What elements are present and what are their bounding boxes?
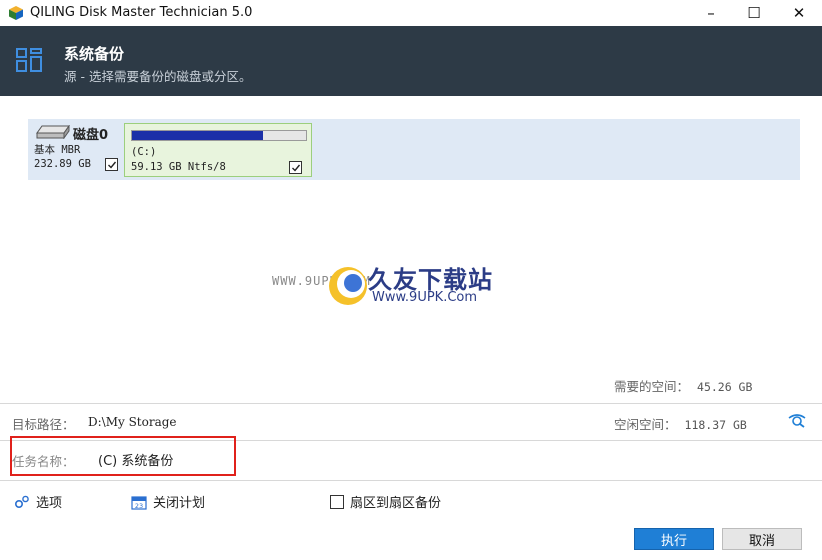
sector-by-sector-checkbox[interactable] bbox=[330, 494, 344, 509]
calendar-icon: 23 bbox=[131, 495, 147, 510]
page-header: 系统备份 源 - 选择需要备份的磁盘或分区。 bbox=[0, 26, 822, 96]
disk-info[interactable]: 磁盘0 基本 MBR 232.89 GB bbox=[28, 119, 124, 180]
app-cube-icon bbox=[9, 6, 23, 20]
target-path-value[interactable]: D:\My Storage bbox=[88, 415, 177, 429]
partition-label: (C:) bbox=[131, 146, 157, 158]
minimize-button[interactable]: – bbox=[688, 0, 734, 26]
required-space: 需要的空间： 45.26 GB bbox=[614, 376, 752, 395]
checkmark-icon bbox=[107, 161, 116, 169]
browse-target-icon[interactable] bbox=[788, 412, 806, 428]
title-bar: QILING Disk Master Technician 5.0 – ☐ ✕ bbox=[0, 0, 822, 26]
hard-disk-icon bbox=[36, 125, 70, 139]
partition-info: 59.13 GB Ntfs/8 bbox=[131, 161, 226, 173]
partition-checkbox[interactable] bbox=[289, 161, 302, 174]
watermark-logo-icon bbox=[329, 267, 367, 305]
task-name-value[interactable]: (C) 系统备份 bbox=[98, 450, 173, 469]
grid-icon bbox=[16, 48, 42, 72]
options-label: 选项 bbox=[36, 496, 63, 511]
execute-button[interactable]: 执行 bbox=[634, 528, 714, 550]
svg-text:23: 23 bbox=[135, 502, 143, 510]
options-link[interactable]: 选项 bbox=[14, 492, 62, 511]
disk-checkbox[interactable] bbox=[105, 158, 118, 171]
schedule-label: 关闭计划 bbox=[153, 496, 206, 511]
checkmark-icon bbox=[291, 164, 300, 172]
sector-by-sector-label: 扇区到扇区备份 bbox=[350, 496, 442, 511]
disk-type: 基本 MBR bbox=[34, 144, 81, 156]
free-space-label: 空闲空间： bbox=[614, 417, 677, 432]
free-space: 空闲空间： 118.37 GB bbox=[614, 414, 747, 433]
schedule-link[interactable]: 23 关闭计划 bbox=[131, 492, 205, 511]
close-button[interactable]: ✕ bbox=[776, 0, 822, 26]
required-space-value: 45.26 GB bbox=[697, 380, 753, 394]
sector-by-sector-option[interactable]: 扇区到扇区备份 bbox=[330, 492, 441, 511]
cancel-button[interactable]: 取消 bbox=[722, 528, 802, 550]
free-space-value: 118.37 GB bbox=[684, 418, 747, 432]
watermark: WWW.9UPK.COM 久友下载站 Www.9UPK.Com bbox=[272, 250, 562, 316]
divider bbox=[0, 403, 822, 404]
maximize-button[interactable]: ☐ bbox=[731, 0, 777, 26]
watermark-url: Www.9UPK.Com bbox=[372, 290, 478, 305]
partition-usage-bar bbox=[131, 130, 307, 141]
task-name-label: 任务名称： bbox=[12, 454, 75, 469]
disk-name: 磁盘0 bbox=[73, 128, 109, 143]
required-space-label: 需要的空间： bbox=[614, 379, 690, 394]
partition-usage-fill bbox=[132, 131, 263, 140]
target-path-label: 目标路径： bbox=[12, 417, 75, 432]
disk-row[interactable]: 磁盘0 基本 MBR 232.89 GB (C:) 59.13 GB Ntfs/… bbox=[28, 119, 800, 180]
window-title: QILING Disk Master Technician 5.0 bbox=[30, 5, 253, 20]
page-subtitle: 源 - 选择需要备份的磁盘或分区。 bbox=[64, 69, 252, 84]
gears-icon bbox=[14, 495, 29, 508]
divider bbox=[0, 480, 822, 481]
disk-size: 232.89 GB bbox=[34, 158, 91, 170]
page-title: 系统备份 bbox=[64, 45, 125, 63]
partition-c[interactable]: (C:) 59.13 GB Ntfs/8 bbox=[124, 123, 312, 177]
